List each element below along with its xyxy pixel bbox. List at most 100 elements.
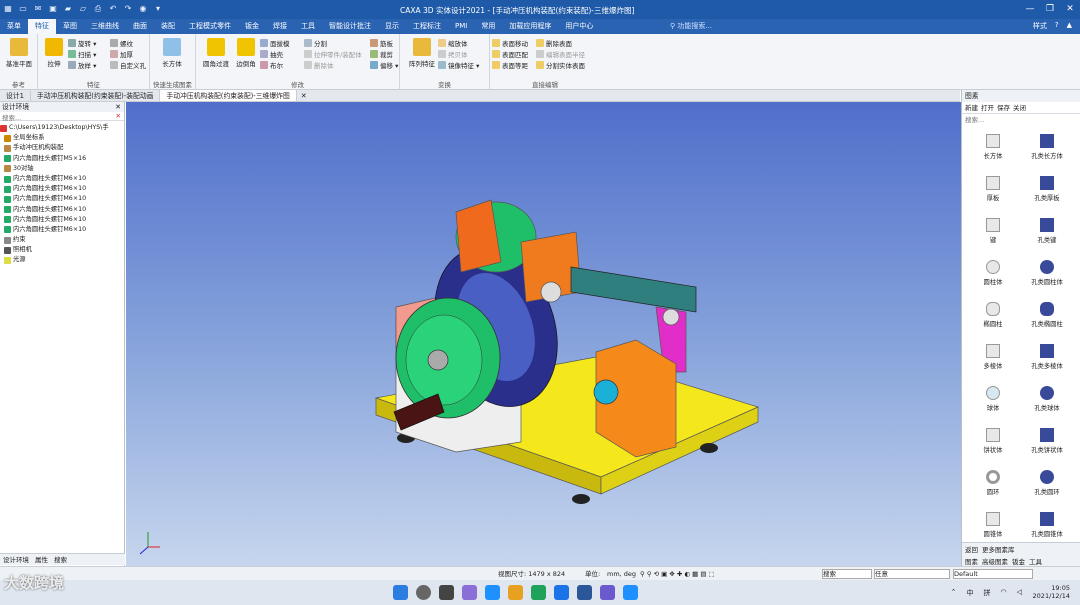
new-file-icon[interactable]: ▭: [17, 3, 29, 15]
split-button[interactable]: 分割: [304, 38, 327, 48]
select-mode-dropdown[interactable]: 任意: [874, 569, 950, 579]
menu-item-engineering-dim[interactable]: 工程标注: [406, 19, 448, 34]
network-icon[interactable]: ◠: [1001, 588, 1007, 598]
3d-viewport[interactable]: [126, 102, 961, 566]
shape-plate-hole[interactable]: 孔类厚板: [1020, 170, 1074, 212]
tray-expand-icon[interactable]: ⌃: [951, 588, 957, 598]
shape-cylinder-hole[interactable]: 孔类圆柱体: [1020, 254, 1074, 296]
menu-item-3d-curve[interactable]: 三维曲线: [84, 19, 126, 34]
tab-sheet-metal[interactable]: 钣金: [1012, 556, 1025, 566]
mail-icon[interactable]: [554, 585, 569, 600]
ime-indicator[interactable]: 中: [967, 588, 974, 598]
copy-body-button[interactable]: 拷贝体: [438, 49, 468, 59]
shape-torus-hole[interactable]: 孔类圆环: [1020, 464, 1074, 506]
menu-item-display[interactable]: 显示: [378, 19, 406, 34]
folder-open-icon[interactable]: ▱: [77, 3, 89, 15]
shape-prism[interactable]: 多棱体: [966, 338, 1020, 380]
ime-mode-indicator[interactable]: 拼: [984, 588, 991, 598]
menu-item-sheet-metal[interactable]: 钣金: [238, 19, 266, 34]
print-icon[interactable]: ⎙: [92, 3, 104, 15]
menu-item-tools[interactable]: 工具: [294, 19, 322, 34]
box-primitive-button[interactable]: 长方体: [156, 38, 188, 68]
tree-search-input[interactable]: 搜索... ✕: [0, 112, 124, 122]
library-new-button[interactable]: 新建: [965, 102, 978, 113]
library-search-input[interactable]: 搜索...: [962, 114, 1080, 124]
shape-cylinder[interactable]: 圆柱体: [966, 254, 1020, 296]
shape-elliptic-cylinder[interactable]: 椭圆柱: [966, 296, 1020, 338]
face-offset-button[interactable]: 表面等距: [492, 60, 528, 70]
tree-item-assembly[interactable]: 手动冲压机构装配: [0, 143, 124, 153]
doc-tab-assembly-animation[interactable]: 手动冲压机构装配(约束装配)-装配动画: [31, 90, 161, 101]
status-search-input[interactable]: 搜索: [822, 569, 872, 579]
shape-key[interactable]: 键: [966, 212, 1020, 254]
browser-icon[interactable]: [531, 585, 546, 600]
menu-item-smart-annotation[interactable]: 智能设计批注: [322, 19, 378, 34]
more-library-button[interactable]: 更多图素库: [982, 544, 1015, 554]
shape-box-hole[interactable]: 孔类长方体: [1020, 128, 1074, 170]
units-value[interactable]: mm, deg: [607, 567, 636, 581]
search-icon[interactable]: [416, 585, 431, 600]
split-solid-face-button[interactable]: 分割实体表面: [536, 60, 585, 70]
help-icon[interactable]: ◉: [137, 3, 149, 15]
clock[interactable]: 19:05 2021/12/14: [1033, 584, 1070, 600]
revolve-button[interactable]: 旋转 ▾: [68, 38, 96, 48]
back-button[interactable]: 返回: [965, 544, 978, 554]
tab-tools[interactable]: 工具: [1029, 556, 1042, 566]
menu-item-engineering-part[interactable]: 工程模式零件: [182, 19, 238, 34]
undo-icon[interactable]: ↶: [107, 3, 119, 15]
dropdown-icon[interactable]: ▾: [152, 3, 164, 15]
custom-hole-button[interactable]: 自定义孔: [110, 60, 146, 70]
word-icon[interactable]: [577, 585, 592, 600]
tab-design-environment[interactable]: 设计环境: [0, 554, 32, 565]
shape-key-hole[interactable]: 孔类键: [1020, 212, 1074, 254]
menu-item-menu[interactable]: 菜单: [0, 19, 28, 34]
tab-advanced-elements[interactable]: 高级图素: [982, 556, 1008, 566]
mirror-feature-button[interactable]: 镜像特征 ▾: [438, 60, 479, 70]
delete-face-button[interactable]: 删除表面: [536, 38, 572, 48]
shape-sphere-hole[interactable]: 孔类球体: [1020, 380, 1074, 422]
face-move-button[interactable]: 表面移动: [492, 38, 528, 48]
boolean-button[interactable]: 布尔: [260, 60, 283, 70]
thicken-button[interactable]: 加厚: [110, 49, 133, 59]
tree-item-constraints[interactable]: 约束: [0, 235, 124, 245]
widgets-icon[interactable]: [462, 585, 477, 600]
chamfer-button[interactable]: 边倒角: [230, 38, 262, 68]
rib-button[interactable]: 筋板: [370, 38, 393, 48]
tree-item-screw-m5[interactable]: 内六角圆柱头螺钉M5×16: [0, 154, 124, 164]
shape-plate[interactable]: 厚板: [966, 170, 1020, 212]
scale-body-button[interactable]: 缩放体: [438, 38, 468, 48]
tree-item-screw-m6-1[interactable]: 内六角圆柱头螺钉M6×10: [0, 174, 124, 184]
extrude-button[interactable]: 拉伸: [38, 38, 70, 68]
shell-button[interactable]: 抽壳: [260, 49, 283, 59]
offset-button[interactable]: 偏移 ▾: [370, 60, 398, 70]
extrude-part-assembly-button[interactable]: 拉伸零件/装配体: [304, 49, 362, 59]
menu-item-surface[interactable]: 曲面: [126, 19, 154, 34]
face-draft-button[interactable]: 面拔模: [260, 38, 290, 48]
menu-item-weld[interactable]: 焊接: [266, 19, 294, 34]
minimize-button[interactable]: —: [1020, 0, 1040, 19]
loft-button[interactable]: 放样 ▾: [68, 60, 96, 70]
volume-icon[interactable]: ◁: [1017, 588, 1022, 598]
pin-icon[interactable]: ✕: [115, 102, 121, 112]
shape-box[interactable]: 长方体: [966, 128, 1020, 170]
tree-item-screw-m6-4[interactable]: 内六角圆柱头螺钉M6×10: [0, 205, 124, 215]
view-tools-icon[interactable]: ⚲ ⚲ ⟲ ▣ ✥ ✚ ◐ ▦ ▤ ⬚: [640, 567, 715, 581]
menu-item-common[interactable]: 常用: [474, 19, 502, 34]
tab-elements[interactable]: 图素: [965, 556, 978, 566]
doc-tab-design1[interactable]: 设计1: [0, 90, 31, 101]
app-menu-icon[interactable]: ▦: [2, 3, 14, 15]
clear-search-icon[interactable]: ✕: [116, 112, 121, 120]
shape-prism-hole[interactable]: 孔类多棱体: [1020, 338, 1074, 380]
ribbon-collapse-icon[interactable]: ▲: [1067, 21, 1072, 31]
help-icon[interactable]: ?: [1055, 21, 1059, 31]
edit-face-radius-button[interactable]: 编辑表面半径: [536, 49, 585, 59]
tab-search[interactable]: 搜索: [51, 554, 70, 565]
shape-pie[interactable]: 饼状体: [966, 422, 1020, 464]
tree-item-screw-m6-6[interactable]: 内六角圆柱头螺钉M6×10: [0, 225, 124, 235]
caxa-icon[interactable]: [600, 585, 615, 600]
menu-item-sketch[interactable]: 草图: [56, 19, 84, 34]
doc-tab-close-icon[interactable]: ✕: [297, 90, 311, 101]
folder-icon[interactable]: ▰: [62, 3, 74, 15]
thread-button[interactable]: 螺纹: [110, 38, 133, 48]
tree-item-root[interactable]: C:\Users\19123\Desktop\HYS\手: [0, 123, 124, 133]
